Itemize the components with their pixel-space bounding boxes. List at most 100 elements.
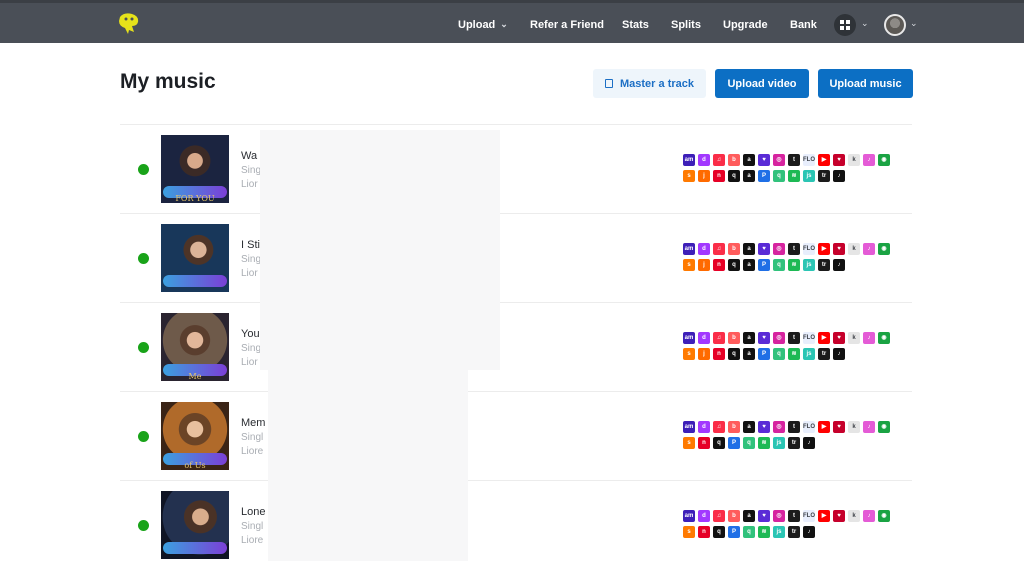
iheart-icon[interactable]: ♥ <box>833 154 845 166</box>
deezer-icon[interactable]: d <box>698 332 710 344</box>
anghami-icon[interactable]: a <box>743 154 755 166</box>
napster-icon[interactable]: ◉ <box>878 421 890 433</box>
qobuz-icon[interactable]: q <box>728 170 740 182</box>
amazon-music-icon[interactable]: am <box>683 332 695 344</box>
anghami-alt-icon[interactable]: a <box>743 259 755 271</box>
iheart-icon[interactable]: ♥ <box>833 332 845 344</box>
flo-icon[interactable]: FLO <box>803 421 815 433</box>
iheart-icon[interactable]: ♥ <box>833 243 845 255</box>
anghami-icon[interactable]: a <box>743 510 755 522</box>
audiomack-icon[interactable]: ♥ <box>758 154 770 166</box>
audiomack-icon[interactable]: ♥ <box>758 332 770 344</box>
iheart-icon[interactable]: ♥ <box>833 510 845 522</box>
qq-music-icon[interactable]: q <box>773 348 785 360</box>
chevron-down-icon[interactable]: ⌄ <box>910 18 918 29</box>
album-cover[interactable]: of Us <box>161 402 229 470</box>
track-title[interactable]: Lone <box>241 506 265 518</box>
boomplay-icon[interactable]: b <box>728 510 740 522</box>
itunes-icon[interactable]: ♪ <box>863 421 875 433</box>
itunes-icon[interactable]: ♪ <box>863 510 875 522</box>
jiosaavn-icon[interactable]: js <box>773 526 785 538</box>
audiomack-icon[interactable]: ♥ <box>758 510 770 522</box>
track-row[interactable]: FOR YOU Wa Sing Lior am d ♫ b a ♥ ◎ t FLO ▶ ♥ k ♪ ◉ s… <box>120 125 912 214</box>
apps-grid-icon[interactable] <box>834 14 856 36</box>
jiosaavn-icon[interactable]: js <box>803 348 815 360</box>
qobuz-icon[interactable]: q <box>728 348 740 360</box>
avatar[interactable] <box>884 14 906 36</box>
boomplay-icon[interactable]: b <box>728 243 740 255</box>
deezer-icon[interactable]: d <box>698 510 710 522</box>
kkbox-icon[interactable]: k <box>848 154 860 166</box>
youtube-music-icon[interactable]: ▶ <box>818 510 830 522</box>
itunes-icon[interactable]: ♪ <box>863 243 875 255</box>
spotify-icon[interactable]: ≋ <box>788 259 800 271</box>
youtube-music-icon[interactable]: ▶ <box>818 243 830 255</box>
instagram-icon[interactable]: ◎ <box>773 154 785 166</box>
album-cover[interactable] <box>161 224 229 292</box>
netease-icon[interactable]: n <box>713 259 725 271</box>
trebel-icon[interactable]: tr <box>818 259 830 271</box>
track-row[interactable]: I Sti Sing Lior am d ♫ b a ♥ ◎ t FLO ▶ ♥ k ♪ ◉ sjnqaP… <box>120 214 912 303</box>
spotify-icon[interactable]: ≋ <box>788 348 800 360</box>
soundcloud-icon[interactable]: s <box>683 437 695 449</box>
youtube-music-icon[interactable]: ▶ <box>818 332 830 344</box>
pandora-icon[interactable]: P <box>758 348 770 360</box>
flo-icon[interactable]: FLO <box>803 243 815 255</box>
qobuz-icon[interactable]: q <box>713 437 725 449</box>
joox-icon[interactable]: j <box>698 170 710 182</box>
qq-music-icon[interactable]: q <box>773 170 785 182</box>
spotify-icon[interactable]: ≋ <box>758 437 770 449</box>
trebel-icon[interactable]: tr <box>818 170 830 182</box>
deezer-icon[interactable]: d <box>698 243 710 255</box>
pandora-icon[interactable]: P <box>758 259 770 271</box>
netease-icon[interactable]: n <box>713 348 725 360</box>
tiktok-icon[interactable]: ♪ <box>833 348 845 360</box>
flo-icon[interactable]: FLO <box>803 332 815 344</box>
anghami-icon[interactable]: a <box>743 243 755 255</box>
iheart-icon[interactable]: ♥ <box>833 421 845 433</box>
instagram-icon[interactable]: ◎ <box>773 243 785 255</box>
jiosaavn-icon[interactable]: js <box>773 437 785 449</box>
itunes-icon[interactable]: ♪ <box>863 154 875 166</box>
amazon-music-icon[interactable]: am <box>683 421 695 433</box>
apple-music-icon[interactable]: ♫ <box>713 332 725 344</box>
album-cover[interactable]: FOR YOU <box>161 135 229 203</box>
deezer-icon[interactable]: d <box>698 421 710 433</box>
tiktok-icon[interactable]: ♪ <box>803 437 815 449</box>
album-cover[interactable] <box>161 491 229 559</box>
deezer-icon[interactable]: d <box>698 154 710 166</box>
upload-music-button[interactable]: Upload music <box>818 69 913 98</box>
nav-refer-a-friend[interactable]: Refer a Friend <box>530 3 604 46</box>
itunes-icon[interactable]: ♪ <box>863 332 875 344</box>
apple-music-icon[interactable]: ♫ <box>713 243 725 255</box>
qobuz-icon[interactable]: q <box>728 259 740 271</box>
boomplay-icon[interactable]: b <box>728 421 740 433</box>
anghami-alt-icon[interactable]: a <box>743 170 755 182</box>
tidal-icon[interactable]: t <box>788 154 800 166</box>
audiomack-icon[interactable]: ♥ <box>758 421 770 433</box>
apple-music-icon[interactable]: ♫ <box>713 510 725 522</box>
nav-splits[interactable]: Splits <box>671 3 701 46</box>
nav-upload[interactable]: Upload ⌄ <box>458 3 508 46</box>
pandora-icon[interactable]: P <box>728 437 740 449</box>
track-row[interactable]: Lone Singl Liore am d ♫ b a ♥ ◎ t FLO ▶ ♥ k ♪ ◉ snqPq… <box>120 481 912 570</box>
netease-icon[interactable]: n <box>698 526 710 538</box>
anghami-icon[interactable]: a <box>743 332 755 344</box>
napster-icon[interactable]: ◉ <box>878 510 890 522</box>
napster-icon[interactable]: ◉ <box>878 154 890 166</box>
trebel-icon[interactable]: tr <box>818 348 830 360</box>
album-cover[interactable]: Me <box>161 313 229 381</box>
youtube-music-icon[interactable]: ▶ <box>818 154 830 166</box>
track-row[interactable]: of Us Mem Singl Liore am d ♫ b a ♥ ◎ t FLO ▶ ♥ k ♪ ◉ … <box>120 392 912 481</box>
nav-upgrade[interactable]: Upgrade <box>723 3 768 46</box>
track-title[interactable]: I Sti <box>241 239 260 251</box>
tiktok-icon[interactable]: ♪ <box>833 170 845 182</box>
chevron-down-icon[interactable]: ⌄ <box>861 18 869 29</box>
napster-icon[interactable]: ◉ <box>878 332 890 344</box>
jiosaavn-icon[interactable]: js <box>803 259 815 271</box>
instagram-icon[interactable]: ◎ <box>773 421 785 433</box>
soundcloud-icon[interactable]: s <box>683 348 695 360</box>
spotify-icon[interactable]: ≋ <box>758 526 770 538</box>
tidal-icon[interactable]: t <box>788 510 800 522</box>
logo-icon[interactable] <box>116 11 142 37</box>
